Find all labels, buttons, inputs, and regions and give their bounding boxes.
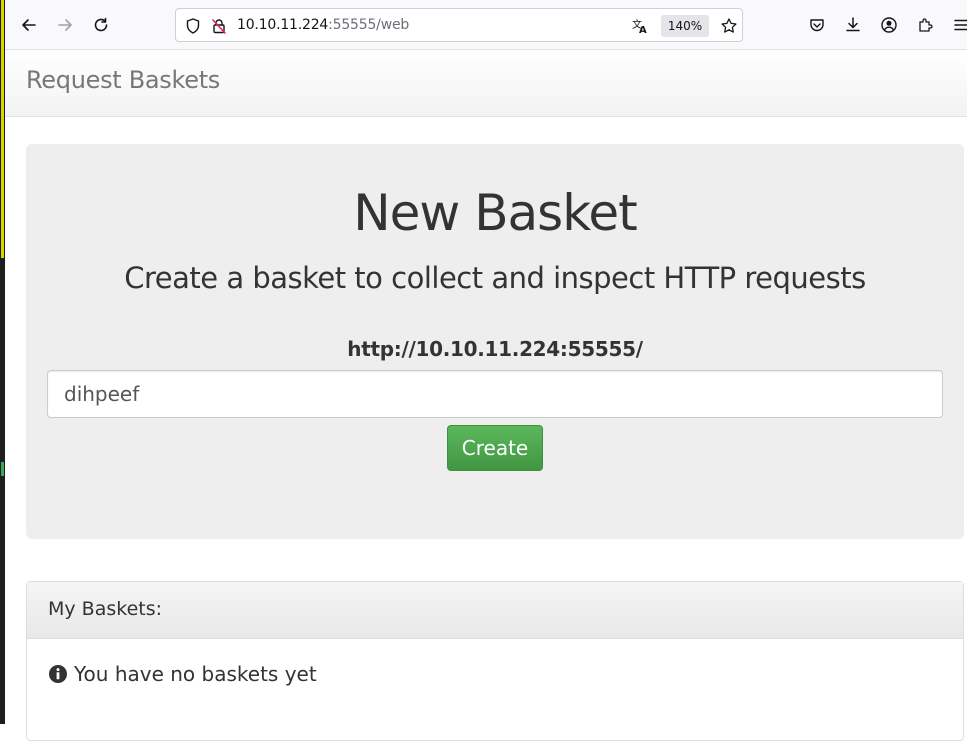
page-title: New Basket	[353, 184, 637, 242]
arrow-left-icon	[22, 19, 36, 31]
star-icon[interactable]	[720, 17, 738, 35]
extensions-button[interactable]	[911, 11, 939, 39]
back-button[interactable]	[15, 11, 43, 39]
basket-base-url: http://10.10.11.224:55555/	[347, 337, 643, 361]
zoom-level-badge[interactable]: 140%	[661, 15, 709, 37]
url-text[interactable]: 10.10.11.224:55555/web	[237, 17, 409, 33]
pocket-button[interactable]	[803, 11, 831, 39]
arrow-right-icon	[58, 19, 72, 31]
panel-heading: My Baskets:	[27, 582, 963, 639]
account-icon	[881, 17, 897, 33]
new-basket-panel: New Basket Create a basket to collect an…	[26, 144, 964, 539]
pocket-icon	[810, 19, 824, 32]
svg-text:A: A	[639, 25, 647, 35]
url-host: 10.10.11.224	[237, 17, 329, 33]
browser-toolbar: 10.10.11.224:55555/web 文A 140%	[5, 0, 967, 50]
url-path: :55555/web	[328, 17, 410, 33]
brand-link[interactable]: Request Baskets	[26, 66, 220, 94]
translate-icon[interactable]: 文A	[631, 17, 649, 36]
basket-name-input[interactable]	[47, 370, 943, 418]
shield-icon[interactable]	[184, 17, 202, 35]
downloads-button[interactable]	[839, 11, 867, 39]
reload-icon	[94, 17, 108, 32]
account-button[interactable]	[875, 11, 903, 39]
address-bar[interactable]: 10.10.11.224:55555/web 文A 140%	[175, 8, 743, 42]
window-edge-accent-green	[1, 462, 4, 476]
menu-button[interactable]	[947, 11, 967, 39]
info-circle-icon	[49, 665, 67, 683]
download-icon	[846, 17, 860, 32]
my-baskets-panel: My Baskets: You have no baskets yet	[26, 581, 964, 741]
extensions-icon	[919, 18, 933, 32]
panel-title: My Baskets:	[48, 598, 163, 620]
panel-body: You have no baskets yet	[48, 662, 317, 686]
forward-button[interactable]	[51, 11, 79, 39]
empty-baskets-message: You have no baskets yet	[74, 662, 317, 686]
insecure-lock-icon[interactable]	[210, 17, 228, 35]
page-subtitle: Create a basket to collect and inspect H…	[124, 261, 866, 295]
reload-button[interactable]	[87, 11, 115, 39]
app-navbar: Request Baskets	[5, 50, 967, 117]
hamburger-menu-icon	[954, 19, 967, 31]
create-button[interactable]: Create	[447, 425, 543, 471]
window-edge-accent	[1, 0, 4, 258]
